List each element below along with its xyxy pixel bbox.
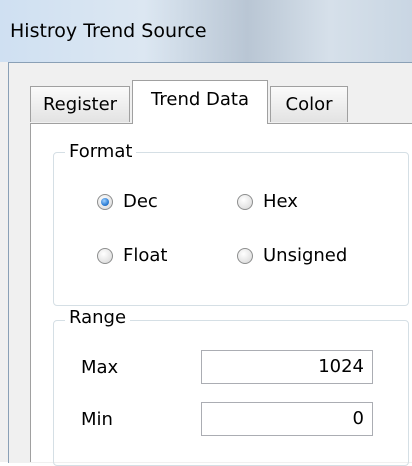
min-input[interactable]: 0 xyxy=(201,402,373,436)
tab-register-label: Register xyxy=(42,94,118,115)
radio-float-indicator xyxy=(97,247,113,264)
tab-trend-data-label: Trend Data xyxy=(151,89,249,110)
radio-float[interactable]: Float xyxy=(97,245,167,266)
tab-trend-data[interactable]: Trend Data xyxy=(132,80,268,124)
radio-hex-indicator xyxy=(237,193,253,210)
tab-color-label: Color xyxy=(285,94,333,115)
range-group xyxy=(53,320,409,466)
radio-hex-label: Hex xyxy=(263,191,298,212)
radio-dec-label: Dec xyxy=(123,191,158,212)
radio-unsigned-indicator xyxy=(237,247,253,264)
radio-dec[interactable]: Dec xyxy=(97,191,158,212)
max-label: Max xyxy=(81,357,119,378)
range-group-label: Range xyxy=(65,307,131,328)
format-group-label: Format xyxy=(65,141,137,162)
max-input[interactable]: 1024 xyxy=(201,350,373,384)
tab-register[interactable]: Register xyxy=(30,86,130,122)
radio-float-label: Float xyxy=(123,245,168,266)
min-label: Min xyxy=(81,409,113,430)
title-bar[interactable]: Histroy Trend Source xyxy=(0,0,412,62)
radio-unsigned[interactable]: Unsigned xyxy=(237,245,347,266)
window-title: Histroy Trend Source xyxy=(10,20,207,42)
dialog-window: Histroy Trend Source Register Trend Data… xyxy=(0,0,412,466)
radio-unsigned-label: Unsigned xyxy=(263,245,348,266)
tab-color[interactable]: Color xyxy=(270,86,348,122)
trend-data-panel: Format Dec Hex Float Unsigned Range Max … xyxy=(30,123,412,466)
radio-dec-indicator xyxy=(97,193,113,210)
format-group xyxy=(53,152,409,306)
radio-hex[interactable]: Hex xyxy=(237,191,298,212)
